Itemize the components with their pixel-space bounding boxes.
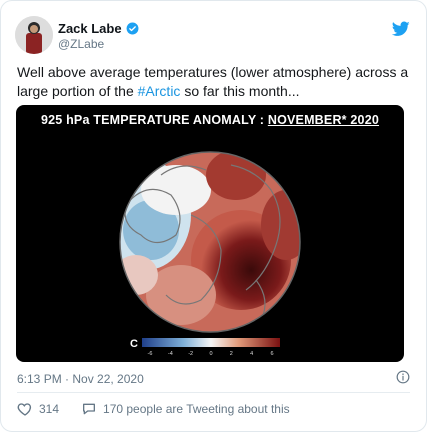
- avatar[interactable]: [15, 16, 53, 54]
- speech-bubble-icon: [83, 403, 96, 415]
- avatar-photo: [15, 16, 53, 54]
- colorbar-tick-label: 2: [230, 351, 233, 357]
- tweet-timestamp[interactable]: 6:13 PM · Nov 22, 2020: [17, 372, 144, 386]
- tweet-text-part-2: so far this month...: [180, 83, 300, 99]
- author-name-text[interactable]: Zack Labe: [58, 21, 122, 36]
- like-button[interactable]: 314: [17, 401, 59, 417]
- tweet-text: Well above average temperatures (lower a…: [17, 63, 413, 101]
- colorbar-tick-label: 0: [209, 351, 212, 357]
- author-name[interactable]: Zack Labe: [58, 21, 139, 36]
- tweet-card: Zack Labe @ZLabe Well above average temp…: [0, 0, 427, 432]
- globe-disk: [120, 152, 300, 332]
- colorbar-tick-label: -2: [188, 351, 193, 357]
- verified-badge-icon: [126, 22, 139, 35]
- conversation-button[interactable]: 170 people are Tweeting about this: [81, 401, 290, 417]
- arctic-anomaly-map: C -6 -4 -2 0 2 4 6: [119, 151, 301, 357]
- colorbar-tick-label: -6: [148, 351, 153, 357]
- tweet-actions: 314 170 people are Tweeting about this: [17, 401, 312, 417]
- colorbar-unit: C: [130, 338, 138, 350]
- info-icon[interactable]: [396, 370, 410, 384]
- colorbar-tick-label: 4: [250, 351, 253, 357]
- hashtag-link[interactable]: #Arctic: [138, 83, 181, 99]
- colorbar: [142, 338, 280, 347]
- like-count: 314: [39, 402, 60, 416]
- colorbar-ticks: -6 -4 -2 0 2 4 6: [148, 351, 274, 357]
- footer-divider: [17, 392, 410, 393]
- colorbar-tick-label: 6: [270, 351, 273, 357]
- author-handle[interactable]: @ZLabe: [58, 37, 104, 51]
- colorbar-tick-label: -4: [168, 351, 173, 357]
- heart-icon: [17, 403, 32, 416]
- tweet-media-image[interactable]: 925 hPa TEMPERATURE ANOMALY : NOVEMBER* …: [16, 105, 404, 362]
- tweeting-about-text: 170 people are Tweeting about this: [103, 402, 290, 416]
- twitter-bird-icon[interactable]: [392, 21, 410, 37]
